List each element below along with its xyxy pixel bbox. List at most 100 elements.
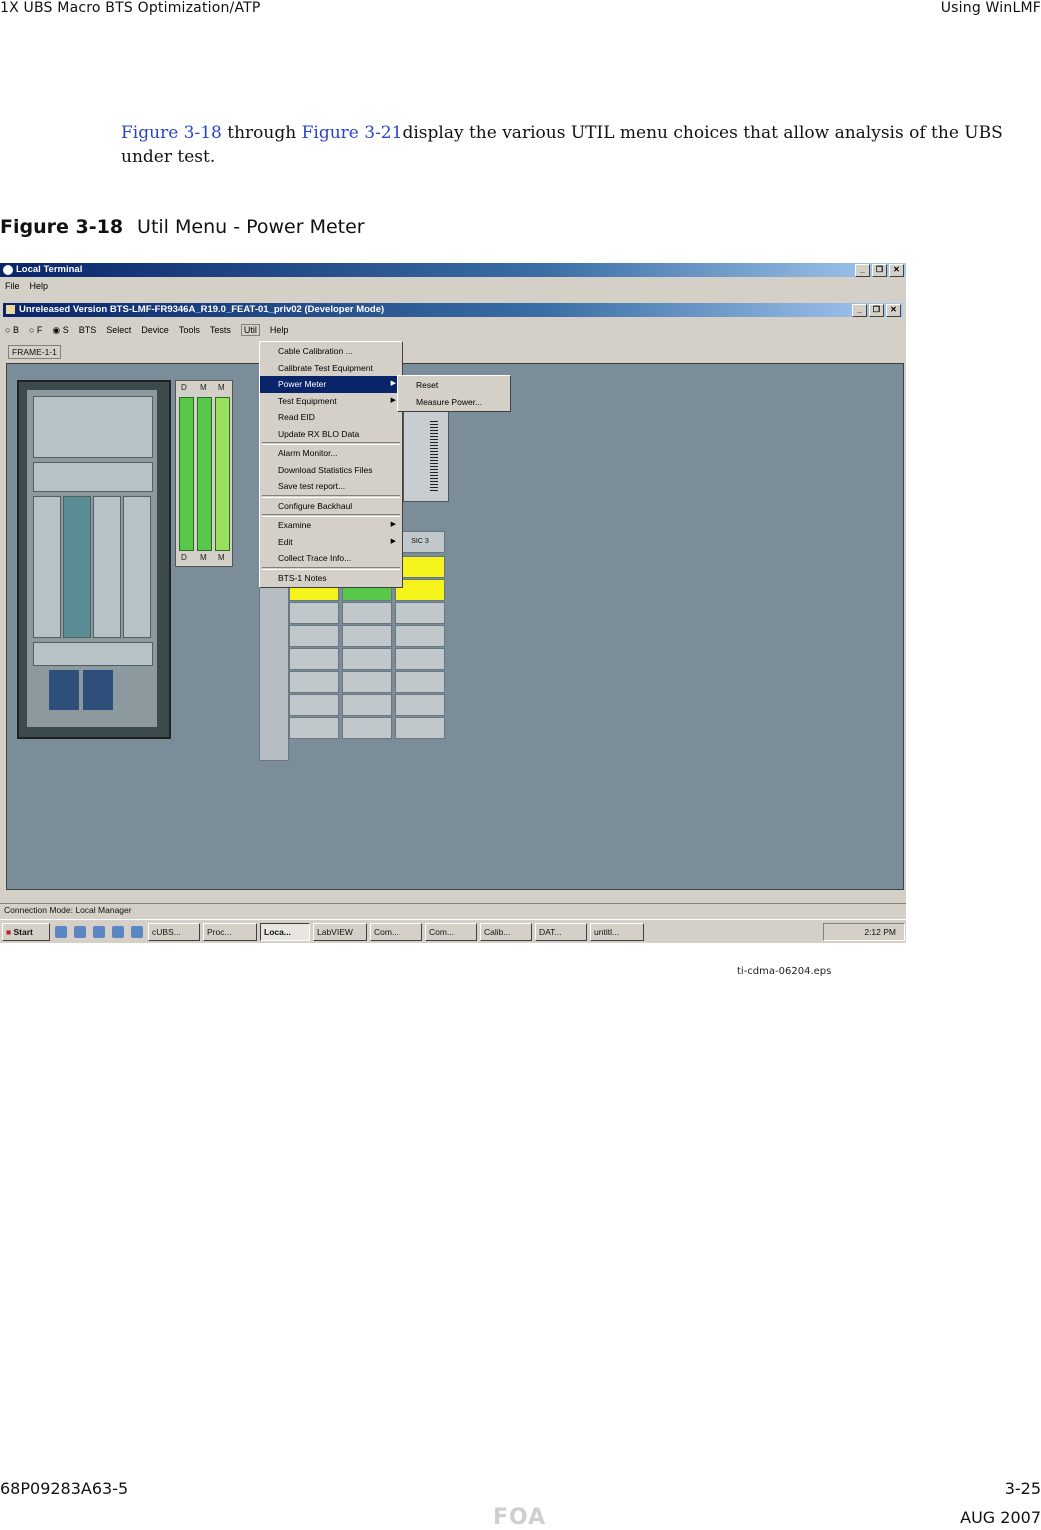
outer-title: Local Terminal <box>16 264 83 275</box>
minimize-icon[interactable]: _ <box>855 264 870 277</box>
card-panel: D M M D M M <box>175 380 233 567</box>
menu-item-bts-notes[interactable]: BTS-1 Notes <box>260 570 402 587</box>
quicklaunch-icon[interactable] <box>112 926 124 938</box>
restore-icon[interactable]: ❐ <box>869 304 884 317</box>
menu-item-measure-power[interactable]: Measure Power... <box>398 394 510 411</box>
intro-text-mid: through <box>221 123 302 143</box>
start-button[interactable]: ■ Start <box>2 923 50 941</box>
grid-cell[interactable] <box>289 648 339 670</box>
quicklaunch-icon[interactable] <box>55 926 67 938</box>
menu-bts[interactable]: BTS <box>79 325 97 335</box>
grid-cell[interactable] <box>342 717 392 739</box>
screenshot-window: Local Terminal _ ❐ ✕ File Help Unrelease… <box>0 263 906 943</box>
menu-file[interactable]: File <box>5 281 20 291</box>
grid-cell[interactable] <box>342 625 392 647</box>
menu-item-collect-trace-info[interactable]: Collect Trace Info... <box>260 550 402 567</box>
grid-cell[interactable] <box>289 625 339 647</box>
menu-item-read-eid[interactable]: Read EID <box>260 409 402 426</box>
menu-select[interactable]: Select <box>106 325 131 335</box>
radio-s[interactable]: ◉ S <box>52 325 68 336</box>
taskbar-button[interactable]: Calib... <box>480 923 532 941</box>
grid-cell[interactable] <box>342 694 392 716</box>
app-logo-icon <box>3 265 13 275</box>
status-bar: Connection Mode: Local Manager <box>0 903 906 917</box>
grid-cell[interactable] <box>342 648 392 670</box>
outer-titlebar: Local Terminal _ ❐ ✕ <box>0 263 906 277</box>
close-icon[interactable]: ✕ <box>889 264 904 277</box>
menu-util[interactable]: Util <box>240 324 260 336</box>
figure-link-3-18[interactable]: Figure 3-18 <box>121 123 222 143</box>
menu-help-inner[interactable]: Help <box>270 325 289 335</box>
menu-tools[interactable]: Tools <box>179 325 200 335</box>
taskbar-button[interactable]: LabVIEW <box>313 923 367 941</box>
grid-cell[interactable] <box>395 602 445 624</box>
taskbar-button[interactable]: DAT... <box>535 923 587 941</box>
figure-number: Figure 3-18 <box>0 216 124 238</box>
menu-item-alarm-monitor[interactable]: Alarm Monitor... <box>260 445 402 462</box>
menu-item-download-statistics[interactable]: Download Statistics Files <box>260 462 402 479</box>
quicklaunch-icon[interactable] <box>93 926 105 938</box>
browser-icon[interactable] <box>74 926 86 938</box>
eps-filename: ti-cdma-06204.eps <box>737 966 832 977</box>
menu-tests[interactable]: Tests <box>210 325 231 335</box>
windows-logo-icon: ■ <box>6 927 12 937</box>
card-slot[interactable] <box>197 397 212 551</box>
radio-f[interactable]: ○ F <box>29 325 42 335</box>
taskbar-button[interactable]: Com... <box>370 923 422 941</box>
grid-cell[interactable] <box>395 625 445 647</box>
figure-link-3-21[interactable]: Figure 3-21 <box>302 123 403 143</box>
grid-cell[interactable] <box>395 694 445 716</box>
radio-b[interactable]: ○ B <box>5 325 19 335</box>
taskbar-button[interactable]: cUBS... <box>148 923 200 941</box>
grid-cell[interactable] <box>289 717 339 739</box>
footer-page-number: 3-25 <box>1004 1479 1041 1498</box>
grid-cell[interactable] <box>395 671 445 693</box>
taskbar-button-active[interactable]: Loca... <box>260 923 310 941</box>
restore-icon[interactable]: ❐ <box>872 264 887 277</box>
grid-cell[interactable] <box>395 648 445 670</box>
card-slot[interactable] <box>215 397 230 551</box>
grid-cell[interactable] <box>342 671 392 693</box>
menu-item-examine[interactable]: Examine ▶ <box>260 517 402 534</box>
minimize-icon[interactable]: _ <box>852 304 867 317</box>
card-slot[interactable] <box>179 397 194 551</box>
menu-item-reset[interactable]: Reset <box>398 377 510 394</box>
menu-item-cable-calibration[interactable]: Cable Calibration ... <box>260 343 402 360</box>
grid-cell[interactable] <box>289 671 339 693</box>
taskbar-button[interactable]: Proc... <box>203 923 257 941</box>
tab-frame[interactable]: FRAME-1-1 <box>8 345 61 359</box>
menu-item-power-meter[interactable]: Power Meter ▶ <box>260 376 402 393</box>
submenu-arrow-icon: ▶ <box>390 396 396 404</box>
menu-device[interactable]: Device <box>141 325 169 335</box>
grid-cell[interactable] <box>289 694 339 716</box>
grid-cell[interactable] <box>395 717 445 739</box>
outer-window-controls: _ ❐ ✕ <box>855 264 904 277</box>
menu-item-save-test-report[interactable]: Save test report... <box>260 478 402 495</box>
menu-item-configure-backhaul[interactable]: Configure Backhaul <box>260 498 402 515</box>
taskbar: ■ Start cUBS... Proc... Loca... LabVIEW … <box>0 919 906 943</box>
bts-rack-image <box>17 380 171 739</box>
submenu-arrow-icon: ▶ <box>390 537 396 545</box>
system-tray-clock: 2:12 PM <box>823 923 905 941</box>
menu-help[interactable]: Help <box>30 281 49 291</box>
grid-cell[interactable] <box>289 602 339 624</box>
footer-date: AUG 2007 <box>960 1508 1041 1527</box>
figure-title: Util Menu - Power Meter <box>137 216 365 238</box>
bts-canvas: D M M D M M SIC 3 <box>6 363 904 890</box>
menu-item-test-equipment[interactable]: Test Equipment ▶ <box>260 393 402 410</box>
footer-doc-number: 68P09283A63-5 <box>0 1479 129 1498</box>
menu-item-update-rx-blo[interactable]: Update RX BLO Data <box>260 426 402 443</box>
taskbar-button[interactable]: Com... <box>425 923 477 941</box>
util-dropdown-menu: Cable Calibration ... Calibrate Test Equ… <box>259 341 403 588</box>
card-label-bottom: M <box>218 553 225 562</box>
grid-cell[interactable] <box>342 602 392 624</box>
submenu-arrow-icon: ▶ <box>390 521 396 528</box>
menu-item-edit[interactable]: Edit ▶ <box>260 534 402 551</box>
close-icon[interactable]: ✕ <box>886 304 901 317</box>
menu-item-calibrate-test-equipment[interactable]: Calibrate Test Equipment <box>260 360 402 377</box>
submenu-arrow-icon: ▶ <box>390 380 396 387</box>
quicklaunch-icon[interactable] <box>131 926 143 938</box>
power-meter-submenu: Reset Measure Power... <box>397 375 511 412</box>
taskbar-button[interactable]: untitl... <box>590 923 644 941</box>
card-label-bottom: D <box>181 553 187 562</box>
